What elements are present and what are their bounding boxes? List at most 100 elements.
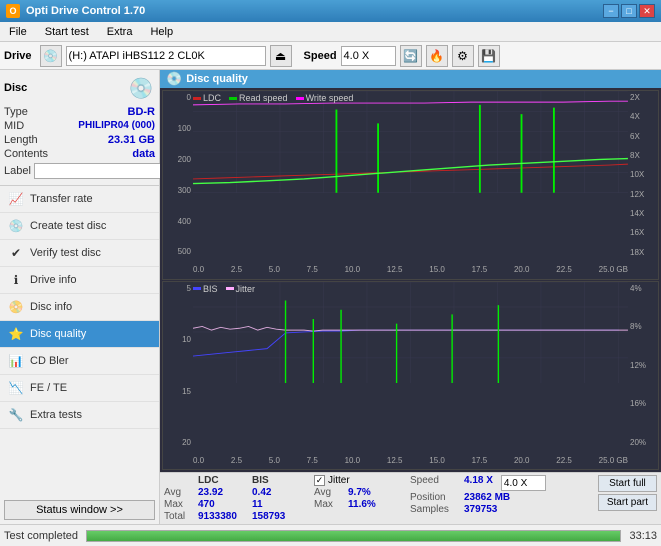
- disc-label-row: Label 🔍: [4, 161, 155, 181]
- title-bar: O Opti Drive Control 1.70 − □ ✕: [0, 0, 661, 22]
- chart1-y-axis-right: 18X 16X 14X 12X 10X 8X 6X 4X 2X: [628, 91, 658, 259]
- main-layout: Disc 💿 Type BD-R MID PHILIPR04 (000) Len…: [0, 70, 661, 524]
- disc-quality-header: 💿 Disc quality: [160, 70, 661, 88]
- sidebar-item-disc-quality[interactable]: ⭐ Disc quality: [0, 321, 159, 348]
- charts-container: LDC Read speed Write speed 500 400 300: [160, 88, 661, 472]
- refresh-button[interactable]: 🔄: [400, 45, 422, 67]
- chart2-x-axis: 0.0 2.5 5.0 7.5 10.0 12.5 15.0 17.5 20.0…: [193, 451, 628, 469]
- chart1-y-axis-left: 500 400 300 200 100 0: [163, 91, 193, 259]
- sidebar-item-label: Create test disc: [30, 220, 106, 232]
- status-window-button[interactable]: Status window >>: [4, 500, 155, 520]
- progress-container: [86, 530, 621, 542]
- start-part-button[interactable]: Start part: [598, 494, 657, 511]
- sidebar-item-cd-bler[interactable]: 📊 CD Bler: [0, 348, 159, 375]
- chart2-y-axis-left: 20 15 10 5: [163, 282, 193, 450]
- menu-file[interactable]: File: [4, 25, 32, 39]
- chart2-legend: BIS Jitter: [193, 284, 255, 294]
- speed-label: Speed: [304, 50, 337, 62]
- disc-type-row: Type BD-R: [4, 105, 155, 119]
- sidebar: Disc 💿 Type BD-R MID PHILIPR04 (000) Len…: [0, 70, 160, 524]
- samples-row: Samples 379753: [410, 504, 546, 515]
- sidebar-item-fe-te[interactable]: 📉 FE / TE: [0, 375, 159, 402]
- drive-label: Drive: [4, 50, 32, 62]
- verify-test-disc-icon: ✔: [8, 245, 24, 261]
- stats-headers: LDC BIS: [164, 475, 302, 486]
- position-row: Position 23862 MB: [410, 492, 546, 503]
- sidebar-item-create-test-disc[interactable]: 💿 Create test disc: [0, 213, 159, 240]
- sidebar-item-label: Disc info: [30, 301, 72, 313]
- menu-start-test[interactable]: Start test: [40, 25, 94, 39]
- sidebar-item-label: FE / TE: [30, 382, 67, 394]
- burn-button[interactable]: 🔥: [426, 45, 448, 67]
- sidebar-item-transfer-rate[interactable]: 📈 Transfer rate: [0, 186, 159, 213]
- app-title: Opti Drive Control 1.70: [26, 5, 145, 17]
- legend-ldc-label: LDC: [203, 93, 221, 103]
- legend-jitter: Jitter: [226, 284, 256, 294]
- sidebar-item-label: CD Bler: [30, 355, 69, 367]
- speed-info-section: Speed 4.18 X 4.0 X Position 23862 MB Sam…: [410, 475, 546, 515]
- disc-quality-icon: ⭐: [8, 326, 24, 342]
- jitter-section: ✓ Jitter Avg 9.7% Max 11.6%: [314, 475, 398, 510]
- legend-bis-label: BIS: [203, 284, 218, 294]
- speed-select-stats[interactable]: 4.0 X: [501, 475, 546, 491]
- fe-te-icon: 📉: [8, 380, 24, 396]
- chart1-legend: LDC Read speed Write speed: [193, 93, 353, 103]
- sidebar-item-drive-info[interactable]: ℹ Drive info: [0, 267, 159, 294]
- stats-avg-row: Avg 23.92 0.42: [164, 487, 302, 498]
- status-bar: Test completed 33:13: [0, 524, 661, 546]
- eject-button[interactable]: ⏏: [270, 45, 292, 67]
- chart1-x-axis: 0.0 2.5 5.0 7.5 10.0 12.5 15.0 17.5 20.0…: [193, 261, 628, 279]
- extra-tests-icon: 🔧: [8, 407, 24, 423]
- sidebar-item-disc-info[interactable]: 📀 Disc info: [0, 294, 159, 321]
- disc-section: Disc 💿 Type BD-R MID PHILIPR04 (000) Len…: [0, 70, 159, 186]
- sidebar-item-verify-test-disc[interactable]: ✔ Verify test disc: [0, 240, 159, 267]
- close-button[interactable]: ✕: [639, 4, 655, 18]
- minimize-button[interactable]: −: [603, 4, 619, 18]
- disc-header: Disc 💿: [4, 74, 155, 102]
- menu-bar: File Start test Extra Help: [0, 22, 661, 42]
- legend-jitter-label: Jitter: [236, 284, 256, 294]
- chart1-wrapper: LDC Read speed Write speed 500 400 300: [162, 90, 659, 280]
- progress-bar: [87, 531, 620, 541]
- disc-length-row: Length 23.31 GB: [4, 133, 155, 147]
- start-buttons: Start full Start part: [598, 475, 657, 511]
- legend-ldc: LDC: [193, 93, 221, 103]
- menu-help[interactable]: Help: [145, 25, 178, 39]
- cd-bler-icon: 📊: [8, 353, 24, 369]
- menu-extra[interactable]: Extra: [102, 25, 138, 39]
- start-full-button[interactable]: Start full: [598, 475, 657, 492]
- stats-ldc-bis: LDC BIS Avg 23.92 0.42 Max 470 11 Total …: [164, 475, 302, 522]
- legend-read-speed-label: Read speed: [239, 93, 288, 103]
- disc-contents-row: Contents data: [4, 147, 155, 161]
- save-button[interactable]: 💾: [478, 45, 500, 67]
- speed-select[interactable]: 4.0 X: [341, 46, 396, 66]
- sidebar-item-extra-tests[interactable]: 🔧 Extra tests: [0, 402, 159, 429]
- chart2-y-axis-right: 20% 16% 12% 8% 4%: [628, 282, 658, 450]
- jitter-checkbox[interactable]: ✓: [314, 475, 325, 486]
- title-bar-left: O Opti Drive Control 1.70: [6, 4, 145, 18]
- sidebar-item-label: Disc quality: [30, 328, 86, 340]
- settings-button[interactable]: ⚙: [452, 45, 474, 67]
- maximize-button[interactable]: □: [621, 4, 637, 18]
- drive-icon-btn[interactable]: 💿: [40, 45, 62, 67]
- drive-select[interactable]: (H:) ATAPI iHBS112 2 CL0K: [66, 46, 266, 66]
- stats-max-row: Max 470 11: [164, 499, 302, 510]
- jitter-header: ✓ Jitter: [314, 475, 398, 486]
- toolbar: Drive 💿 (H:) ATAPI iHBS112 2 CL0K ⏏ Spee…: [0, 42, 661, 70]
- jitter-max-row: Max 11.6%: [314, 499, 398, 510]
- sidebar-item-label: Extra tests: [30, 409, 82, 421]
- legend-read-speed: Read speed: [229, 93, 288, 103]
- speed-row: Speed 4.18 X 4.0 X: [410, 475, 546, 491]
- disc-quality-title: Disc quality: [186, 73, 248, 85]
- chart2-svg: [193, 282, 628, 384]
- disc-title: Disc: [4, 82, 27, 94]
- create-test-disc-icon: 💿: [8, 218, 24, 234]
- legend-write-speed: Write speed: [296, 93, 354, 103]
- transfer-rate-icon: 📈: [8, 191, 24, 207]
- stats-total-row: Total 9133380 158793: [164, 511, 302, 522]
- app-icon: O: [6, 4, 20, 18]
- disc-label-input[interactable]: [34, 163, 168, 179]
- title-bar-controls: − □ ✕: [603, 4, 655, 18]
- sidebar-item-label: Transfer rate: [30, 193, 93, 205]
- disc-info-icon: 📀: [8, 299, 24, 315]
